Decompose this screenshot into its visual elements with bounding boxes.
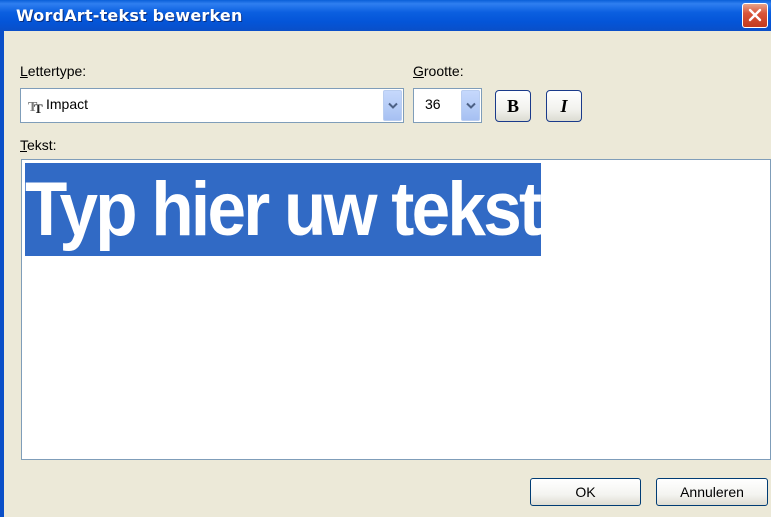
size-select-value: 36: [425, 96, 441, 112]
truetype-font-icon: T T: [28, 98, 46, 116]
svg-text:T: T: [34, 101, 43, 114]
bold-button[interactable]: B: [495, 90, 531, 122]
selected-text: Typ hier uw tekst: [25, 163, 542, 256]
chevron-down-icon: [466, 102, 476, 109]
wordart-text-input[interactable]: Typ hier uw tekst: [21, 159, 771, 460]
chevron-down-icon: [388, 102, 398, 109]
ok-button[interactable]: OK: [530, 478, 641, 506]
title-bar[interactable]: WordArt-tekst bewerken: [0, 0, 771, 31]
window-frame-left: [0, 31, 4, 517]
cancel-button[interactable]: Annuleren: [656, 478, 768, 506]
window-title: WordArt-tekst bewerken: [16, 6, 243, 25]
font-dropdown-button[interactable]: [383, 90, 402, 121]
close-icon: [748, 8, 762, 22]
size-select[interactable]: 36: [413, 88, 482, 123]
font-select-value: Impact: [46, 96, 89, 112]
size-dropdown-button[interactable]: [461, 90, 480, 121]
text-label: Tekst:: [20, 137, 57, 153]
size-label: Grootte:: [413, 63, 464, 79]
close-button[interactable]: [742, 3, 768, 28]
font-label: Lettertype:: [20, 63, 87, 79]
wordart-edit-dialog: WordArt-tekst bewerken Lettertype: T T I…: [0, 0, 771, 517]
italic-button[interactable]: I: [546, 90, 582, 122]
font-select[interactable]: T T Impact: [20, 88, 404, 123]
